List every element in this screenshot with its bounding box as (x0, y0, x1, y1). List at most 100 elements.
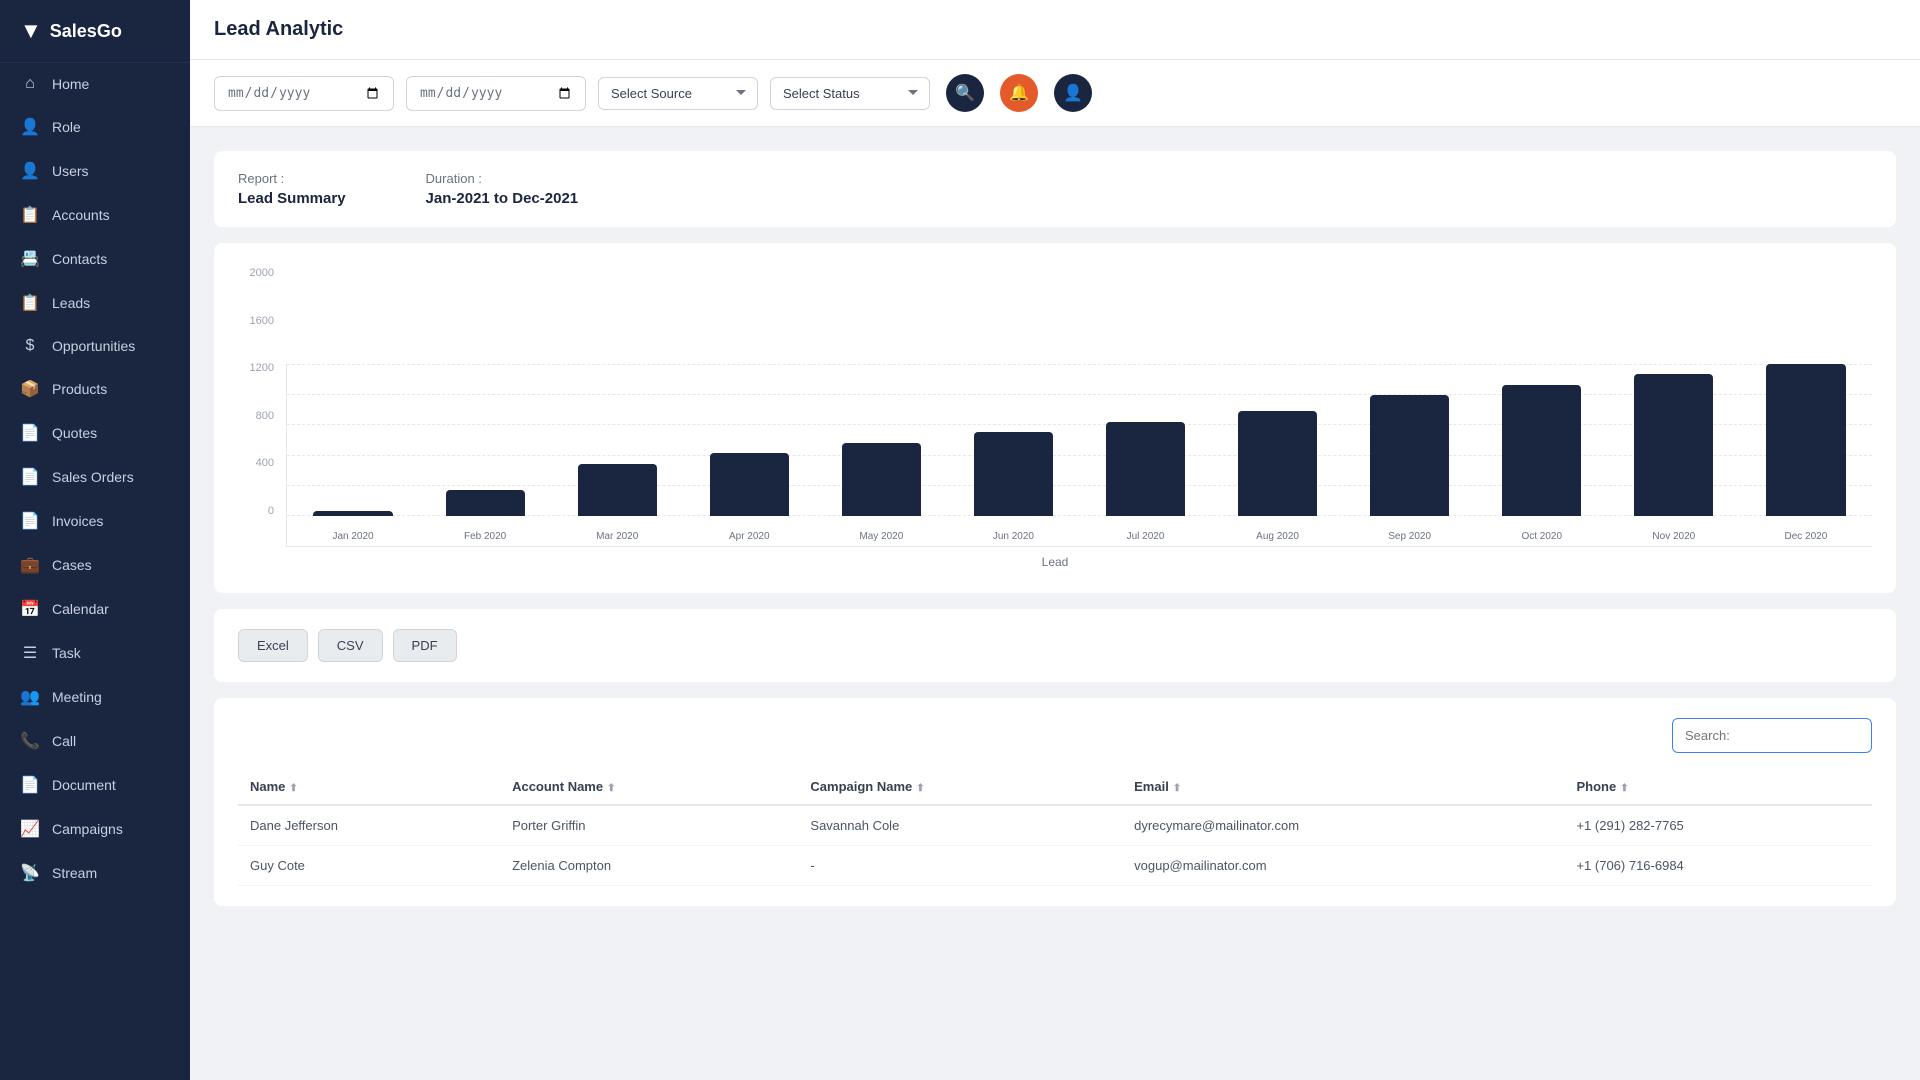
sidebar-item-sales-orders[interactable]: 📄 Sales Orders (0, 455, 190, 499)
bar-label: Jan 2020 (332, 531, 373, 542)
sidebar-label-calendar: Calendar (52, 601, 109, 617)
bar-label: Jun 2020 (993, 531, 1034, 542)
app-logo[interactable]: ▼ SalesGo (0, 0, 190, 63)
sort-icon: ⬆ (916, 783, 924, 794)
sidebar-label-campaigns: Campaigns (52, 821, 123, 837)
sidebar-item-stream[interactable]: 📡 Stream (0, 851, 190, 895)
chart-bar (710, 453, 789, 516)
sidebar-item-contacts[interactable]: 📇 Contacts (0, 237, 190, 281)
table-head: Name⬆Account Name⬆Campaign Name⬆Email⬆Ph… (238, 769, 1872, 805)
csv-button[interactable]: CSV (318, 629, 383, 662)
sidebar-item-calendar[interactable]: 📅 Calendar (0, 587, 190, 631)
chart-bar (974, 432, 1053, 516)
cell-name: Dane Jefferson (238, 805, 500, 846)
date-to-input[interactable] (419, 85, 573, 102)
sidebar-item-accounts[interactable]: 📋 Accounts (0, 193, 190, 237)
cell-campaign_name: - (798, 846, 1122, 886)
sidebar-label-document: Document (52, 777, 116, 793)
table-row[interactable]: Guy CoteZelenia Compton-vogup@mailinator… (238, 846, 1872, 886)
sort-icon: ⬆ (289, 783, 297, 794)
search-box[interactable]: 🔍 (1672, 718, 1872, 753)
sidebar-item-invoices[interactable]: 📄 Invoices (0, 499, 190, 543)
sidebar-label-home: Home (52, 76, 89, 92)
sidebar-label-invoices: Invoices (52, 513, 103, 529)
bar-label: Dec 2020 (1784, 531, 1827, 542)
cell-email: vogup@mailinator.com (1122, 846, 1564, 886)
sidebar-item-meeting[interactable]: 👥 Meeting (0, 675, 190, 719)
sidebar-item-role[interactable]: 👤 Role (0, 105, 190, 149)
search-button[interactable]: 🔍 (946, 74, 984, 112)
sidebar-item-leads[interactable]: 📋 Leads (0, 281, 190, 325)
bar-group: Jul 2020 (1079, 422, 1211, 547)
role-icon: 👤 (20, 117, 40, 137)
table-body: Dane JeffersonPorter GriffinSavannah Col… (238, 805, 1872, 886)
bars-area: Jan 2020Feb 2020Mar 2020Apr 2020May 2020… (286, 364, 1872, 547)
report-label: Report : (238, 171, 346, 186)
cell-campaign_name: Savannah Cole (798, 805, 1122, 846)
search-input[interactable] (1673, 720, 1872, 751)
report-block: Report : Lead Summary (238, 171, 346, 207)
bar-label: Sep 2020 (1388, 531, 1431, 542)
date-to-wrapper[interactable] (406, 76, 586, 111)
status-select[interactable]: Select Status New Assigned In Process Co… (770, 77, 930, 110)
chart-bar (446, 490, 525, 516)
col-header-name[interactable]: Name⬆ (238, 769, 500, 805)
sidebar-label-users: Users (52, 163, 89, 179)
top-header: Lead Analytic (190, 0, 1920, 60)
sales-orders-icon: 📄 (20, 467, 40, 487)
sidebar-item-call[interactable]: 📞 Call (0, 719, 190, 763)
sidebar-item-campaigns[interactable]: 📈 Campaigns (0, 807, 190, 851)
accounts-icon: 📋 (20, 205, 40, 225)
pdf-button[interactable]: PDF (393, 629, 457, 662)
col-header-phone[interactable]: Phone⬆ (1564, 769, 1872, 805)
invoices-icon: 📄 (20, 511, 40, 531)
sidebar-label-role: Role (52, 119, 81, 135)
sidebar-item-quotes[interactable]: 📄 Quotes (0, 411, 190, 455)
chart-bar (842, 443, 921, 517)
chart-bar (1502, 385, 1581, 516)
leads-table: Name⬆Account Name⬆Campaign Name⬆Email⬆Ph… (238, 769, 1872, 886)
col-header-email[interactable]: Email⬆ (1122, 769, 1564, 805)
table-row[interactable]: Dane JeffersonPorter GriffinSavannah Col… (238, 805, 1872, 846)
chart-bar (1238, 411, 1317, 516)
sidebar-item-task[interactable]: ☰ Task (0, 631, 190, 675)
chart-bar (1370, 395, 1449, 516)
sidebar-item-cases[interactable]: 💼 Cases (0, 543, 190, 587)
duration-block: Duration : Jan-2021 to Dec-2021 (426, 171, 579, 207)
sidebar-label-leads: Leads (52, 295, 90, 311)
sidebar-item-products[interactable]: 📦 Products (0, 367, 190, 411)
notification-button[interactable]: 🔔 (1000, 74, 1038, 112)
sort-icon: ⬆ (607, 783, 615, 794)
document-icon: 📄 (20, 775, 40, 795)
date-from-wrapper[interactable] (214, 76, 394, 111)
products-icon: 📦 (20, 379, 40, 399)
col-header-account_name[interactable]: Account Name⬆ (500, 769, 798, 805)
date-from-input[interactable] (227, 85, 381, 102)
bar-label: Apr 2020 (729, 531, 770, 542)
cell-email: dyrecymare@mailinator.com (1122, 805, 1564, 846)
logo-icon: ▼ (20, 18, 42, 44)
sidebar-label-opportunities: Opportunities (52, 338, 135, 354)
table-header-row: 🔍 (238, 718, 1872, 753)
sidebar-item-users[interactable]: 👤 Users (0, 149, 190, 193)
sidebar-label-meeting: Meeting (52, 689, 102, 705)
sidebar-label-stream: Stream (52, 865, 97, 881)
source-select[interactable]: Select Source Web Phone Email Campaign (598, 77, 758, 110)
bar-label: Oct 2020 (1521, 531, 1562, 542)
home-icon: ⌂ (20, 75, 40, 93)
excel-button[interactable]: Excel (238, 629, 308, 662)
col-header-campaign_name[interactable]: Campaign Name⬆ (798, 769, 1122, 805)
user-button[interactable]: 👤 (1054, 74, 1092, 112)
sidebar-item-document[interactable]: 📄 Document (0, 763, 190, 807)
cell-name: Guy Cote (238, 846, 500, 886)
sidebar-label-cases: Cases (52, 557, 92, 573)
bar-group: Mar 2020 (551, 464, 683, 547)
report-value: Lead Summary (238, 190, 346, 207)
chart-container: 0400800120016002000 Jan 2020Feb 2020Mar … (214, 243, 1896, 593)
task-icon: ☰ (20, 643, 40, 663)
grid-line (287, 364, 1872, 365)
sidebar-item-opportunities[interactable]: $ Opportunities (0, 325, 190, 367)
sidebar-item-home[interactable]: ⌂ Home (0, 63, 190, 105)
bar-group: Aug 2020 (1212, 411, 1344, 546)
cases-icon: 💼 (20, 555, 40, 575)
